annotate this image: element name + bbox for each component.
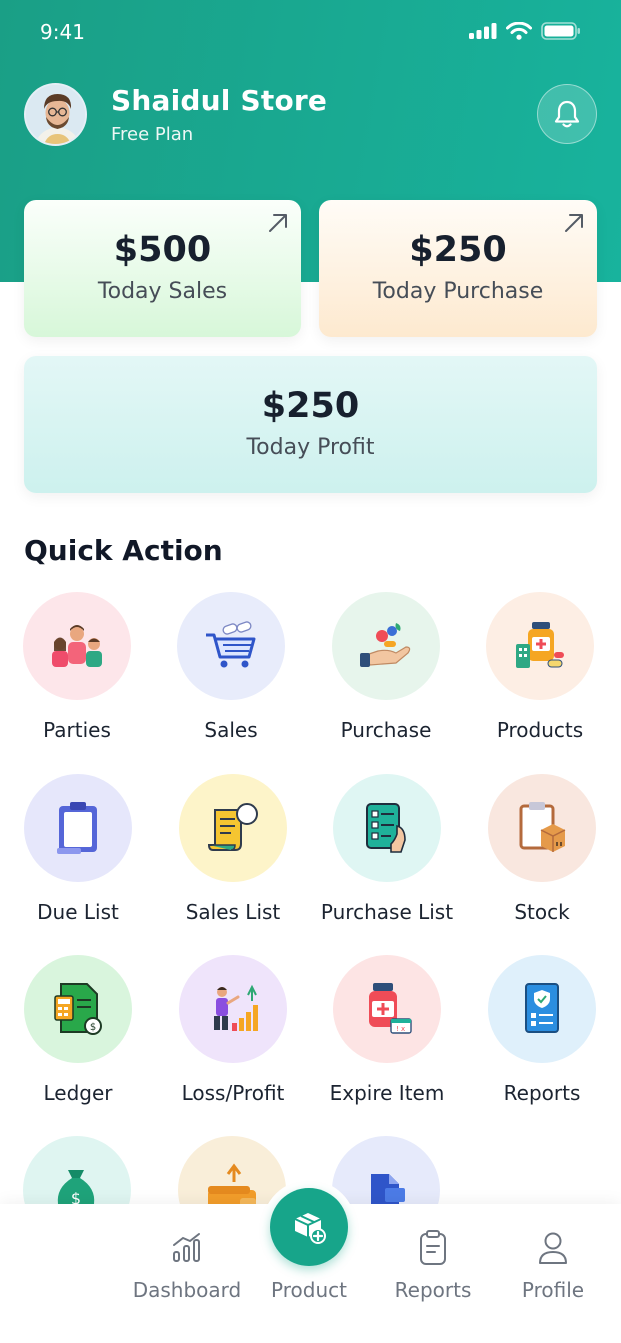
quick-action-purchase-list[interactable]: Purchase List bbox=[312, 774, 462, 924]
avatar[interactable] bbox=[24, 83, 87, 146]
qa-circle[interactable] bbox=[488, 955, 596, 1063]
qa-label: Stock bbox=[514, 900, 570, 924]
qa-label: Expire Item bbox=[329, 1081, 445, 1105]
arrow-up-right-icon bbox=[269, 214, 287, 232]
profile-section[interactable]: Shaidul Store Free Plan bbox=[24, 83, 327, 146]
nav-label: Profile bbox=[521, 1278, 585, 1302]
qa-circle[interactable] bbox=[23, 592, 131, 700]
purchase-amount: $250 bbox=[409, 230, 507, 270]
qa-label: Purchase List bbox=[320, 900, 454, 924]
add-product-button[interactable] bbox=[270, 1188, 348, 1266]
clipboard-icon bbox=[57, 802, 97, 854]
plan-label: Free Plan bbox=[111, 124, 194, 145]
bell-icon bbox=[554, 100, 580, 128]
cart-icon bbox=[206, 621, 256, 668]
today-profit-card[interactable]: $250 Today Profit bbox=[24, 356, 597, 493]
nav-label: Product bbox=[271, 1278, 347, 1302]
qa-label: Reports bbox=[503, 1081, 581, 1105]
qa-circle[interactable]: $ bbox=[24, 955, 132, 1063]
today-purchase-card[interactable]: $250 Today Purchase bbox=[319, 200, 597, 337]
qa-label: Due List bbox=[37, 900, 119, 924]
bar-chart-icon bbox=[173, 1233, 200, 1262]
hand-pills-icon bbox=[360, 623, 411, 667]
nav-label: Reports bbox=[394, 1278, 472, 1302]
svg-text:$: $ bbox=[90, 1022, 96, 1033]
qa-circle[interactable] bbox=[486, 592, 594, 700]
status-icons bbox=[469, 22, 581, 40]
quick-action-title: Quick Action bbox=[24, 534, 223, 567]
ledger-icon: $ bbox=[54, 983, 102, 1035]
quick-action-parties[interactable]: Parties bbox=[2, 592, 152, 742]
nav-label: Dashboard bbox=[132, 1278, 242, 1302]
sales-amount: $500 bbox=[113, 230, 212, 270]
svg-text:! x: ! x bbox=[396, 1025, 405, 1033]
purchase-label: Today Purchase bbox=[372, 279, 544, 304]
nav-dashboard[interactable]: Dashboard bbox=[122, 1228, 252, 1302]
family-icon bbox=[52, 625, 102, 667]
qa-label: Sales bbox=[204, 718, 258, 742]
nav-reports[interactable]: Reports bbox=[368, 1228, 498, 1302]
qa-circle[interactable] bbox=[177, 592, 285, 700]
growth-chart-icon bbox=[214, 984, 258, 1031]
qa-label: Purchase bbox=[340, 718, 432, 742]
sales-label: Today Sales bbox=[97, 279, 228, 304]
store-info: Shaidul Store Free Plan bbox=[111, 84, 327, 145]
today-sales-card[interactable]: $500 Today Sales bbox=[24, 200, 301, 337]
expire-medicine-icon: ! x bbox=[369, 983, 412, 1034]
quick-action-loss-profit[interactable]: Loss/Profit bbox=[158, 955, 308, 1105]
checklist-icon bbox=[366, 803, 406, 853]
receipt-icon bbox=[207, 803, 258, 851]
qa-circle[interactable] bbox=[179, 955, 287, 1063]
quick-action-reports[interactable]: Reports bbox=[467, 955, 617, 1105]
battery-icon bbox=[541, 22, 580, 40]
quick-action-stock[interactable]: Stock bbox=[467, 774, 617, 924]
nav-profile[interactable]: Profile bbox=[488, 1228, 618, 1302]
qa-label: Products bbox=[496, 718, 584, 742]
quick-action-purchase[interactable]: Purchase bbox=[311, 592, 461, 742]
qa-circle[interactable]: ! x bbox=[333, 955, 441, 1063]
quick-action-sales-list[interactable]: Sales List bbox=[158, 774, 308, 924]
qa-circle[interactable] bbox=[179, 774, 287, 882]
notification-button[interactable] bbox=[537, 84, 597, 144]
medicine-bottle-icon bbox=[516, 622, 564, 668]
quick-action-products[interactable]: Products bbox=[465, 592, 615, 742]
status-time: 9:41 bbox=[40, 20, 85, 44]
quick-action-due-list[interactable]: Due List bbox=[3, 774, 153, 924]
user-icon bbox=[539, 1232, 567, 1264]
quick-action-sales[interactable]: Sales bbox=[156, 592, 306, 742]
profit-amount: $250 bbox=[261, 386, 360, 426]
signal-icon bbox=[469, 23, 497, 39]
qa-label: Loss/Profit bbox=[181, 1081, 285, 1105]
box-add-icon bbox=[294, 1213, 326, 1244]
clipboard-list-icon bbox=[420, 1230, 446, 1265]
qa-label: Parties bbox=[43, 718, 111, 742]
profit-label: Today Profit bbox=[246, 435, 375, 460]
wifi-icon bbox=[506, 22, 532, 40]
quick-action-expire-item[interactable]: ! x Expire Item bbox=[312, 955, 462, 1105]
qa-circle[interactable] bbox=[24, 774, 132, 882]
qa-circle[interactable] bbox=[488, 774, 596, 882]
store-name: Shaidul Store bbox=[111, 84, 328, 117]
report-doc-icon bbox=[525, 983, 559, 1033]
stock-box-icon bbox=[519, 802, 566, 852]
qa-circle[interactable] bbox=[333, 774, 441, 882]
qa-label: Ledger bbox=[43, 1081, 113, 1105]
quick-action-ledger[interactable]: $ Ledger bbox=[3, 955, 153, 1105]
status-bar: 9:41 bbox=[0, 18, 621, 48]
qa-label: Sales List bbox=[185, 900, 281, 924]
arrow-up-right-icon bbox=[565, 214, 583, 232]
qa-circle[interactable] bbox=[332, 592, 440, 700]
